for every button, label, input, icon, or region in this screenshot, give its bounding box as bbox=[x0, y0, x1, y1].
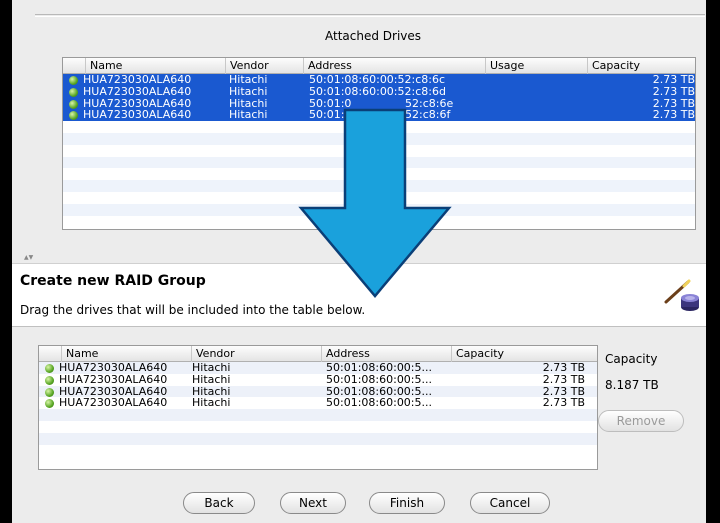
table-row[interactable]: HUA723030ALA640 Hitachi 50:01:08:60:00:5… bbox=[63, 85, 695, 98]
step-instructions: Drag the drives that will be included in… bbox=[20, 303, 366, 317]
drive-address: 50:01:0 bbox=[309, 109, 352, 122]
drive-vendor: Hitachi bbox=[192, 373, 231, 386]
header-capacity[interactable]: Capacity bbox=[587, 58, 695, 74]
drive-vendor: Hitachi bbox=[229, 109, 268, 122]
raid-group-table[interactable]: Name Vendor Address Capacity HUA723030AL… bbox=[38, 345, 598, 470]
attached-drives-table[interactable]: Name Vendor Address Usage Capacity HUA72… bbox=[62, 57, 696, 230]
header-usage[interactable]: Usage bbox=[485, 58, 587, 74]
drive-vendor: Hitachi bbox=[192, 362, 231, 374]
table-row[interactable]: HUA723030ALA640 Hitachi 50:01:0 52:c8:6e… bbox=[63, 97, 695, 110]
drive-address-tail: 52:c8:6e bbox=[405, 97, 454, 110]
drive-capacity: 2.73 TB bbox=[542, 397, 585, 410]
drive-name: HUA723030ALA640 bbox=[59, 397, 168, 410]
drive-capacity: 2.73 TB bbox=[542, 373, 585, 386]
drive-name: HUA723030ALA640 bbox=[83, 109, 192, 122]
step-header: Create new RAID Group Drag the drives th… bbox=[12, 263, 706, 327]
drive-address: 50:01:08:60:00:5... bbox=[326, 397, 433, 410]
drive-capacity: 2.73 TB bbox=[652, 97, 695, 110]
header-address[interactable]: Address bbox=[321, 346, 451, 362]
empty-row bbox=[63, 132, 695, 145]
header-name[interactable]: Name bbox=[61, 346, 191, 362]
drive-name: HUA723030ALA640 bbox=[83, 74, 192, 86]
empty-row bbox=[63, 168, 695, 180]
drive-vendor: Hitachi bbox=[229, 85, 268, 98]
drive-capacity: 2.73 TB bbox=[652, 85, 695, 98]
empty-row bbox=[39, 432, 597, 445]
drive-address: 50:01:08:60:00:5... bbox=[326, 385, 433, 398]
attached-drives-title: Attached Drives bbox=[324, 29, 422, 43]
drive-status-icon bbox=[69, 99, 78, 109]
empty-row bbox=[39, 444, 597, 457]
empty-row bbox=[63, 121, 695, 133]
table-row[interactable]: HUA723030ALA640 Hitachi 50:01:08:60:00:5… bbox=[39, 397, 597, 410]
drive-status-icon bbox=[45, 387, 54, 397]
drive-vendor: Hitachi bbox=[229, 97, 268, 110]
drive-name: HUA723030ALA640 bbox=[83, 97, 192, 110]
drive-vendor: Hitachi bbox=[192, 385, 231, 398]
drive-status-icon bbox=[69, 76, 78, 85]
drive-address: 50:01:0 bbox=[309, 97, 352, 110]
drive-status-icon bbox=[45, 399, 54, 409]
top-divider bbox=[35, 14, 705, 17]
drive-name: HUA723030ALA640 bbox=[59, 385, 168, 398]
wizard-window: Attached Drives Name Vendor Address Usag… bbox=[12, 0, 706, 523]
drive-status-icon bbox=[45, 375, 54, 385]
header-capacity[interactable]: Capacity bbox=[451, 346, 597, 362]
header-status-column[interactable] bbox=[39, 346, 61, 362]
header-vendor[interactable]: Vendor bbox=[191, 346, 321, 362]
drive-status-icon bbox=[69, 87, 78, 97]
drive-name: HUA723030ALA640 bbox=[83, 85, 192, 98]
finish-button[interactable]: Finish bbox=[369, 492, 445, 514]
header-vendor[interactable]: Vendor bbox=[225, 58, 303, 74]
empty-row bbox=[63, 180, 695, 192]
drive-status-icon bbox=[45, 364, 54, 373]
step-title: Create new RAID Group bbox=[20, 273, 206, 289]
table-row[interactable]: HUA723030ALA640 Hitachi 50:01:08:60:00:5… bbox=[39, 385, 597, 398]
drive-address-tail: 52:c8:6f bbox=[405, 109, 451, 122]
drive-vendor: Hitachi bbox=[192, 397, 231, 410]
empty-row bbox=[63, 203, 695, 216]
split-pane-handle-icon[interactable]: ▲▼ bbox=[24, 254, 33, 261]
capacity-label: Capacity bbox=[605, 352, 658, 366]
drive-vendor: Hitachi bbox=[229, 74, 268, 86]
empty-row bbox=[63, 192, 695, 204]
magic-wand-disk-icon bbox=[664, 279, 699, 311]
table-row[interactable]: HUA723030ALA640 Hitachi 50:01:0 52:c8:6f… bbox=[63, 109, 695, 122]
back-button[interactable]: Back bbox=[183, 492, 255, 514]
table-row[interactable]: HUA723030ALA640 Hitachi 50:01:08:60:00:5… bbox=[39, 362, 597, 374]
drive-name: HUA723030ALA640 bbox=[59, 373, 168, 386]
drive-address: 50:01:08:60:00:52:c8:6c bbox=[309, 74, 446, 86]
next-button[interactable]: Next bbox=[280, 492, 346, 514]
drive-name: HUA723030ALA640 bbox=[59, 362, 168, 374]
drive-capacity: 2.73 TB bbox=[652, 109, 695, 122]
drive-capacity: 2.73 TB bbox=[542, 385, 585, 398]
table-row[interactable]: HUA723030ALA640 Hitachi 50:01:08:60:00:5… bbox=[39, 373, 597, 386]
empty-row bbox=[39, 409, 597, 421]
cancel-button[interactable]: Cancel bbox=[470, 492, 550, 514]
drive-capacity: 2.73 TB bbox=[652, 74, 695, 86]
header-name[interactable]: Name bbox=[85, 58, 225, 74]
raid-table-header: Name Vendor Address Capacity bbox=[39, 346, 597, 362]
header-address[interactable]: Address bbox=[303, 58, 485, 74]
header-status-column[interactable] bbox=[63, 58, 85, 74]
attached-table-header: Name Vendor Address Usage Capacity bbox=[63, 58, 695, 74]
drive-address: 50:01:08:60:00:5... bbox=[326, 362, 433, 374]
empty-row bbox=[63, 156, 695, 169]
table-row[interactable]: HUA723030ALA640 Hitachi 50:01:08:60:00:5… bbox=[63, 74, 695, 86]
remove-button[interactable]: Remove bbox=[598, 410, 684, 432]
drive-capacity: 2.73 TB bbox=[542, 362, 585, 374]
capacity-value: 8.187 TB bbox=[605, 378, 659, 392]
drive-address: 50:01:08:60:00:52:c8:6d bbox=[309, 85, 446, 98]
drive-address: 50:01:08:60:00:5... bbox=[326, 373, 433, 386]
empty-row bbox=[63, 145, 695, 157]
empty-row bbox=[39, 420, 597, 433]
drive-status-icon bbox=[69, 111, 78, 121]
